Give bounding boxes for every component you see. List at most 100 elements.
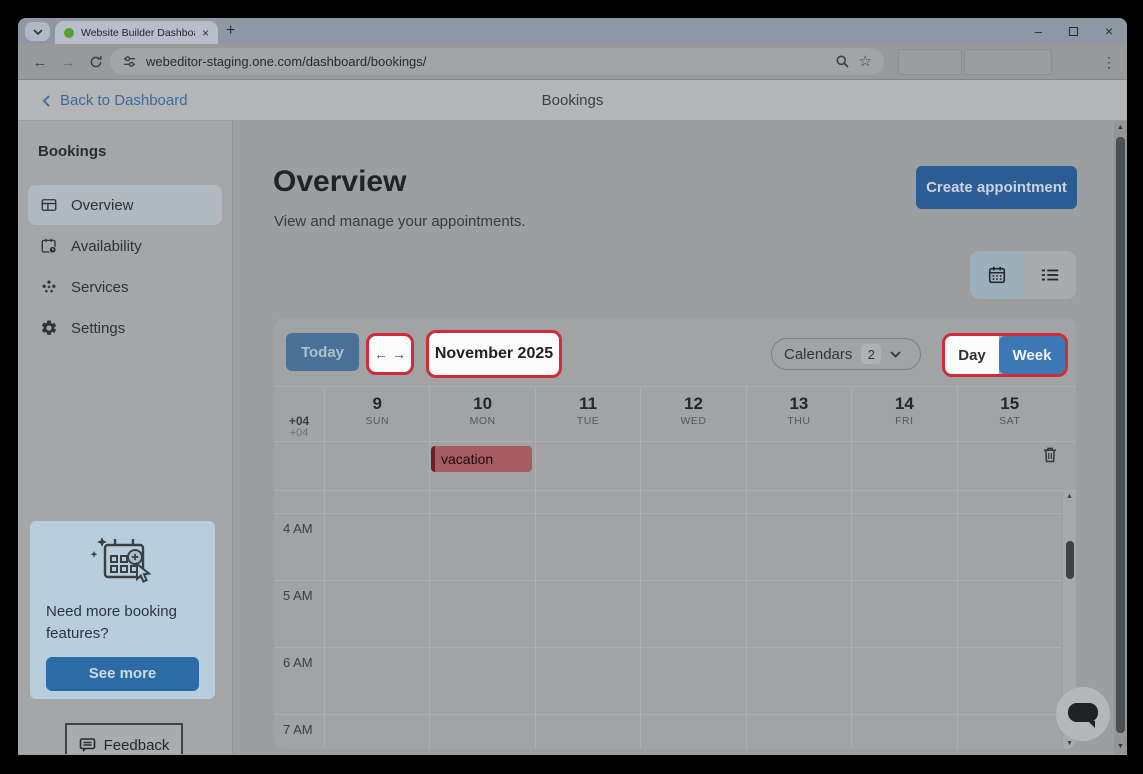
day-view-button[interactable]: Day: [945, 336, 999, 374]
today-button[interactable]: Today: [286, 333, 359, 371]
sidebar-item-label: Settings: [71, 320, 125, 337]
page-title: Overview: [273, 165, 406, 199]
list-view-icon: [1040, 265, 1060, 285]
week-grid: +04 +04 9SUN 10MON 11TUE 12WED 13THU 14F…: [274, 386, 1076, 749]
calendar-view-icon: [987, 265, 1007, 285]
chat-bubble-tail: [1088, 721, 1095, 728]
promo-card: Need more booking features? See more: [30, 521, 215, 699]
prev-week-arrow-icon[interactable]: ←: [374, 346, 388, 362]
page-scroll-up-icon[interactable]: ▲: [1114, 124, 1127, 131]
app-header: Back to Dashboard Bookings: [18, 80, 1127, 121]
browser-tab[interactable]: Website Builder Dashboard ×: [55, 21, 218, 44]
sidebar-item-overview[interactable]: Overview: [28, 185, 222, 225]
promo-calendar-icon: [90, 533, 156, 591]
time-grid: 4 AM 5 AM 6 AM 7 AM ▲ ▼: [274, 491, 1076, 749]
calendar-view-button[interactable]: [970, 251, 1023, 299]
toolbar-profile-area: [964, 49, 1052, 75]
browser-window: Website Builder Dashboard × + – × ← → we…: [18, 18, 1127, 755]
day-header-mon: 10MON: [429, 387, 534, 441]
window-maximize-button[interactable]: [1069, 27, 1078, 36]
url-text: webeditor-staging.one.com/dashboard/book…: [146, 54, 826, 69]
kebab-menu-icon[interactable]: ⋮: [1099, 44, 1119, 80]
sidebar-item-label: Overview: [71, 197, 134, 214]
chat-bubble-icon: [1068, 703, 1098, 722]
day-header-fri: 14FRI: [851, 387, 956, 441]
day-header-thu: 13THU: [746, 387, 851, 441]
overview-icon: [40, 196, 58, 214]
day-header-row: +04 +04 9SUN 10MON 11TUE 12WED 13THU 14F…: [274, 387, 1076, 441]
availability-icon: [40, 237, 58, 255]
day-header-sun: 9SUN: [324, 387, 429, 441]
services-icon: [40, 278, 58, 296]
chevron-down-icon: [33, 29, 43, 35]
site-favicon: [64, 28, 74, 38]
timezone-secondary: +04: [274, 427, 324, 439]
browser-toolbar: ← → webeditor-staging.one.com/dashboard/…: [18, 44, 1127, 80]
calendars-label: Calendars: [784, 346, 852, 363]
reload-icon: [89, 55, 103, 69]
chevron-down-icon: [890, 351, 901, 358]
promo-text: Need more booking features?: [46, 601, 199, 645]
page-scroll-down-icon[interactable]: ▼: [1114, 743, 1127, 750]
month-label[interactable]: November 2025: [426, 330, 562, 378]
window-close-button[interactable]: ×: [1105, 24, 1113, 38]
scroll-up-icon[interactable]: ▲: [1063, 493, 1076, 500]
all-day-row: vacation: [274, 441, 1076, 491]
create-appointment-button[interactable]: Create appointment: [916, 166, 1077, 209]
list-view-button[interactable]: [1023, 251, 1076, 299]
sidebar-item-settings[interactable]: Settings: [28, 308, 222, 348]
browser-forward-button[interactable]: →: [56, 44, 80, 80]
browser-titlebar: Website Builder Dashboard × + – ×: [18, 18, 1127, 44]
day-header-wed: 12WED: [640, 387, 745, 441]
week-nav-arrows: ← →: [366, 333, 414, 375]
browser-reload-button[interactable]: [84, 44, 108, 80]
page-scrollbar-thumb[interactable]: [1116, 137, 1125, 733]
time-label-4am: 4 AM: [283, 521, 313, 536]
week-view-button[interactable]: Week: [999, 336, 1065, 374]
feedback-button[interactable]: Feedback: [65, 723, 183, 754]
toolbar-extension-area: [898, 49, 962, 75]
calendars-count-badge: 2: [861, 344, 881, 364]
tab-search-button[interactable]: [25, 22, 50, 41]
new-tab-button[interactable]: +: [226, 20, 235, 42]
sidebar-item-label: Services: [71, 279, 129, 296]
day-header-tue: 11TUE: [535, 387, 640, 441]
calendar-card: Today ← → November 2025 Calendars 2 Day …: [274, 318, 1076, 749]
sidebar-item-label: Availability: [71, 238, 142, 255]
main-content: Overview View and manage your appointmen…: [233, 121, 1114, 754]
scroll-down-icon[interactable]: ▼: [1063, 740, 1076, 747]
site-info-icon[interactable]: [122, 54, 137, 69]
browser-back-button[interactable]: ←: [28, 44, 52, 80]
time-label-5am: 5 AM: [283, 588, 313, 603]
vacation-event[interactable]: vacation: [431, 446, 532, 472]
trash-icon[interactable]: [1043, 447, 1057, 463]
tab-title: Website Builder Dashboard: [81, 27, 195, 39]
timezone-gutter: +04 +04: [274, 387, 324, 441]
time-label-7am: 7 AM: [283, 722, 313, 737]
page-subtitle: View and manage your appointments.: [274, 213, 526, 230]
sidebar-item-availability[interactable]: Availability: [28, 226, 222, 266]
page-header-title: Bookings: [18, 80, 1127, 121]
calendars-dropdown[interactable]: Calendars 2: [771, 338, 921, 370]
address-bar[interactable]: webeditor-staging.one.com/dashboard/book…: [110, 48, 884, 75]
feedback-label: Feedback: [104, 737, 170, 754]
feedback-bubble-icon: [79, 737, 96, 753]
time-label-6am: 6 AM: [283, 655, 313, 670]
day-header-sat: 15SAT: [957, 387, 1062, 441]
sidebar: Bookings Overview Availability Services …: [18, 121, 233, 754]
day-week-toggle: Day Week: [942, 333, 1068, 377]
window-minimize-button[interactable]: –: [1035, 25, 1042, 38]
sidebar-item-services[interactable]: Services: [28, 267, 222, 307]
tab-close-icon[interactable]: ×: [202, 27, 209, 39]
settings-gear-icon: [40, 319, 58, 337]
timezone-primary: +04: [274, 414, 324, 428]
view-toggle: [970, 251, 1076, 299]
bookmark-star-icon[interactable]: ☆: [859, 54, 872, 69]
calendar-scrollbar-thumb[interactable]: [1066, 541, 1074, 579]
next-week-arrow-icon[interactable]: →: [392, 346, 406, 362]
page-scrollbar[interactable]: ▲ ▼: [1114, 121, 1127, 754]
chat-widget-button[interactable]: [1056, 687, 1110, 741]
zoom-icon[interactable]: [835, 54, 850, 69]
sidebar-title: Bookings: [38, 143, 106, 160]
see-more-button[interactable]: See more: [46, 657, 199, 691]
